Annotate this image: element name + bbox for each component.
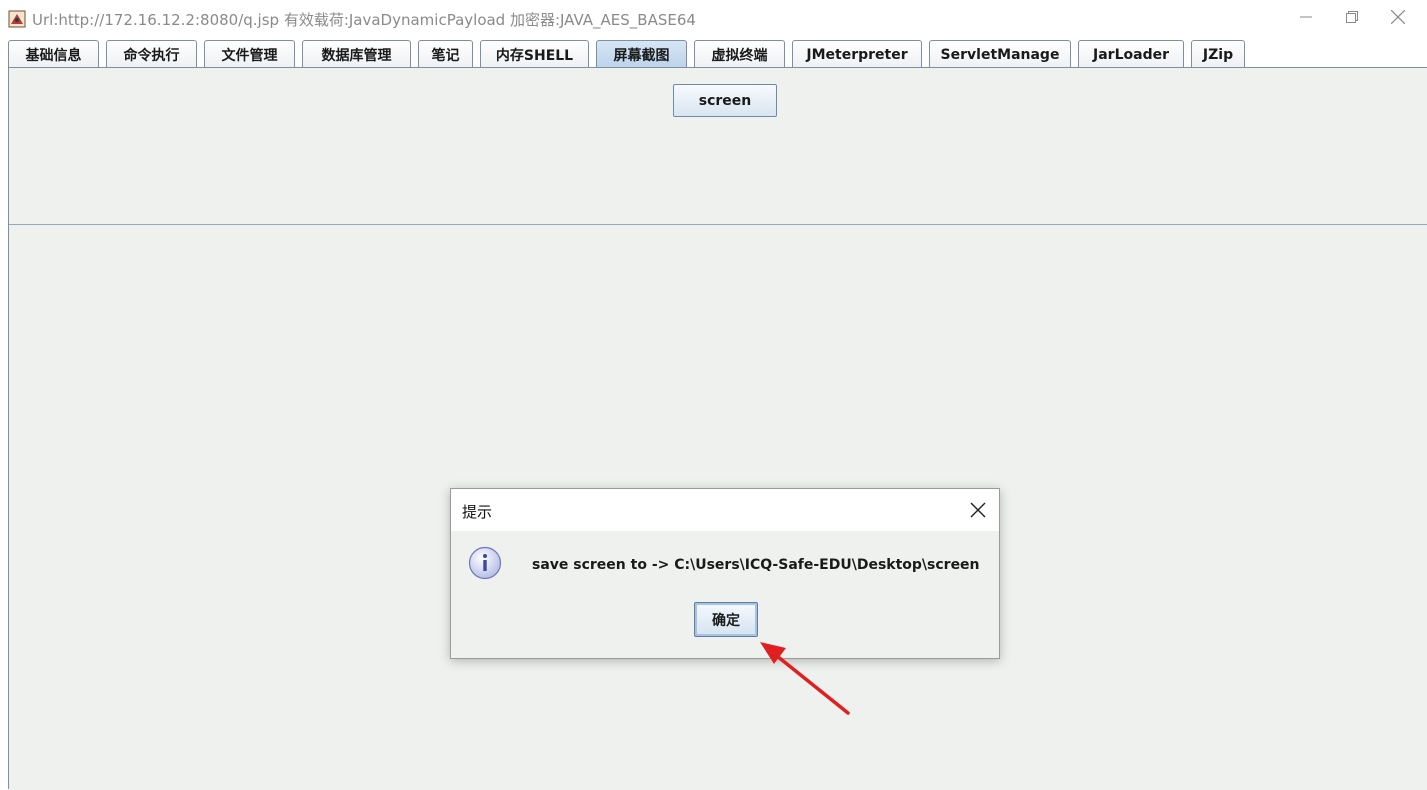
ok-button[interactable]: 确定 bbox=[694, 602, 758, 637]
tab-screenshot[interactable]: 屏幕截图 bbox=[596, 40, 687, 68]
tab-jarloader[interactable]: JarLoader bbox=[1078, 40, 1184, 68]
tab-jzip[interactable]: JZip bbox=[1191, 40, 1245, 68]
tab-virtual-terminal[interactable]: 虚拟终端 bbox=[694, 40, 785, 68]
window-title: Url:http://172.16.12.2:8080/q.jsp 有效载荷:J… bbox=[32, 11, 696, 29]
dialog-close-icon[interactable] bbox=[965, 497, 991, 523]
tab-memory-shell[interactable]: 内存SHELL bbox=[480, 40, 589, 68]
app-window: Url:http://172.16.12.2:8080/q.jsp 有效载荷:J… bbox=[0, 0, 1427, 790]
close-icon[interactable] bbox=[1375, 0, 1421, 34]
app-icon bbox=[8, 10, 26, 28]
dialog-message: save screen to -> C:\Users\ICQ-Safe-EDU\… bbox=[532, 557, 980, 573]
tab-file-manage[interactable]: 文件管理 bbox=[204, 40, 295, 68]
tab-servletmanage[interactable]: ServletManage bbox=[929, 40, 1071, 68]
tab-content: screen bbox=[8, 67, 1427, 790]
restore-icon[interactable] bbox=[1329, 0, 1375, 34]
tab-notes[interactable]: 笔记 bbox=[418, 40, 473, 68]
tab-basic-info[interactable]: 基础信息 bbox=[8, 40, 99, 68]
title-bar: Url:http://172.16.12.2:8080/q.jsp 有效载荷:J… bbox=[0, 0, 1427, 38]
message-dialog: 提示 save screen to -> C:\Users\ICQ-Safe-E… bbox=[450, 488, 1000, 659]
tab-bar: 基础信息 命令执行 文件管理 数据库管理 笔记 内存SHELL 屏幕截图 虚拟终… bbox=[8, 38, 1427, 68]
toolbar-panel: screen bbox=[9, 68, 1427, 225]
dialog-title: 提示 bbox=[462, 503, 493, 521]
info-icon bbox=[468, 546, 502, 580]
tab-jmeterpreter[interactable]: JMeterpreter bbox=[792, 40, 922, 68]
tab-database-manage[interactable]: 数据库管理 bbox=[302, 40, 411, 68]
minimize-icon[interactable] bbox=[1283, 0, 1329, 34]
dialog-title-bar: 提示 bbox=[451, 489, 999, 531]
screen-button[interactable]: screen bbox=[673, 84, 777, 117]
tab-command-exec[interactable]: 命令执行 bbox=[106, 40, 197, 68]
